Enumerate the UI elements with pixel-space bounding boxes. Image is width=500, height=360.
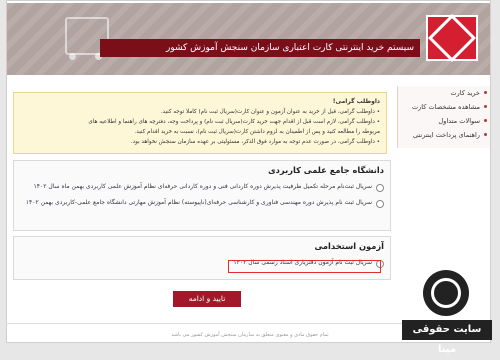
option-label: سریال ثبت‌نام مرحله تکمیل ظرفیت پذیرش دو… (33, 183, 372, 190)
sidebar-item-view-card[interactable]: مشاهده مشخصات کارت (398, 100, 490, 114)
notice-line: مربوطه را مطالعه کنید و پس از اطمینان به… (134, 129, 381, 135)
notice-line: • داوطلب گرامی، در صورت عدم توجه به موار… (130, 139, 380, 145)
section-title: آزمون استخدامی (314, 241, 384, 251)
section-employment-exam: آزمون استخدامی سریال ثبت نام آزمون دفتری… (13, 236, 391, 280)
option-label: سریال ثبت نام پذیرش دوره مهندسی فناوری و… (25, 199, 372, 206)
notice-line: • داوطلب گرامی، قبل از خرید به عنوان آزم… (160, 109, 380, 115)
radio-button[interactable] (376, 184, 384, 192)
cart-wheel-icon (69, 53, 76, 60)
option-row[interactable]: سریال ثبت نام پذیرش دوره مهندسی فناوری و… (14, 195, 390, 211)
sidebar-item-buy-card[interactable]: خرید کارت (398, 86, 490, 100)
sidebar: خرید کارت مشاهده مشخصات کارت سوالات متدا… (397, 86, 490, 148)
radio-button[interactable] (376, 200, 384, 208)
footer-text: تمام حقوق مادی و معنوی متعلق به سازمان س… (171, 332, 329, 338)
option-row[interactable]: سریال ثبت‌نام مرحله تکمیل ظرفیت پذیرش دو… (14, 179, 390, 195)
sidebar-item-payment-guide[interactable]: راهنمای پرداخت اینترنتی (398, 128, 490, 142)
sanjesh-logo (426, 13, 478, 63)
header-banner: سیستم خرید اینترنتی کارت اعتباری سازمان … (7, 3, 490, 75)
watermark-text: سایت حقوقی مینا (402, 320, 492, 355)
sidebar-item-faq[interactable]: سوالات متداول (398, 114, 490, 128)
confirm-continue-button[interactable]: تایید و ادامه (173, 291, 241, 307)
watermark-logo (423, 270, 469, 316)
highlight-box (228, 260, 381, 273)
notice-title: داوطلب گرامی! (332, 98, 380, 105)
section-title: دانشگاه جامع علمی کاربردی (268, 165, 384, 175)
notice-line: • داوطلب گرامی، لازم است قبل از اقدام جه… (88, 119, 380, 125)
notice-box: داوطلب گرامی! • داوطلب گرامی، قبل از خری… (13, 92, 387, 154)
section-uast: دانشگاه جامع علمی کاربردی سریال ثبت‌نام … (13, 160, 391, 231)
banner-title: سیستم خرید اینترنتی کارت اعتباری سازمان … (100, 39, 420, 57)
